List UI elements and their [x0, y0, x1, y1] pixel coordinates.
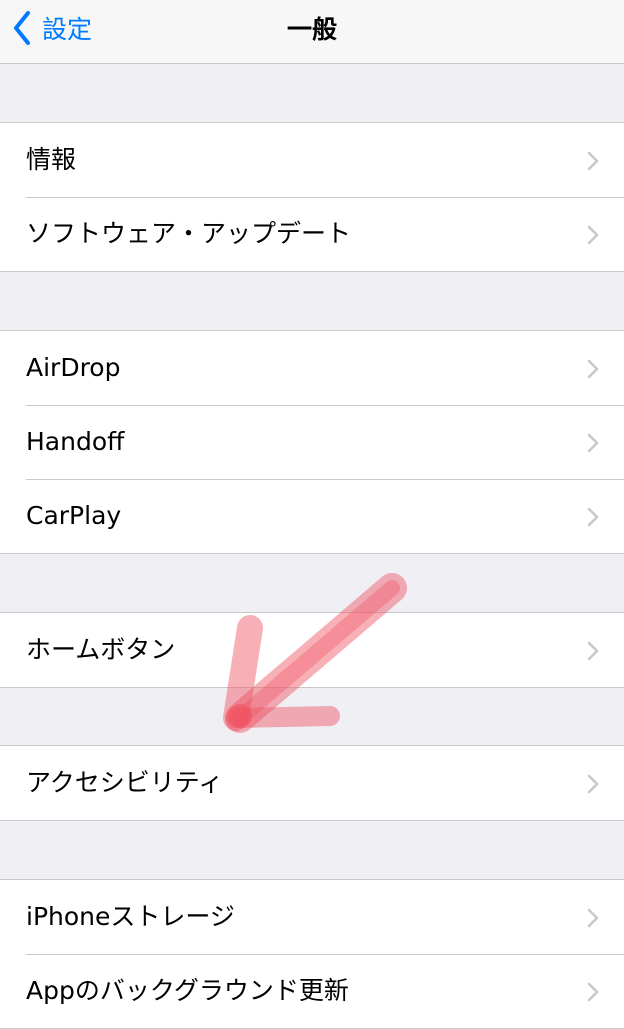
row-iphone-storage[interactable]: iPhoneストレージ: [0, 880, 624, 954]
chevron-right-icon: [587, 225, 599, 245]
row-about[interactable]: 情報: [0, 123, 624, 197]
settings-group-3: ホームボタン: [0, 612, 624, 688]
chevron-right-icon: [587, 151, 599, 171]
navigation-bar: 設定 一般: [0, 0, 624, 64]
settings-group-4: アクセシビリティ: [0, 745, 624, 821]
chevron-right-icon: [587, 641, 599, 661]
chevron-right-icon: [587, 359, 599, 379]
row-home-button[interactable]: ホームボタン: [0, 613, 624, 687]
settings-group-1: 情報 ソフトウェア・アップデート: [0, 122, 624, 272]
row-label: Appのバックグラウンド更新: [26, 976, 349, 1005]
chevron-right-icon: [587, 433, 599, 453]
chevron-right-icon: [587, 507, 599, 527]
row-accessibility[interactable]: アクセシビリティ: [0, 746, 624, 820]
row-label: AirDrop: [26, 353, 121, 382]
page-title: 一般: [286, 15, 337, 44]
row-software-update[interactable]: ソフトウェア・アップデート: [0, 197, 624, 271]
chevron-right-icon: [587, 908, 599, 928]
row-label: ソフトウェア・アップデート: [26, 219, 352, 248]
chevron-right-icon: [587, 982, 599, 1002]
row-carplay[interactable]: CarPlay: [0, 479, 624, 553]
row-label: ホームボタン: [26, 635, 176, 664]
row-background-app-refresh[interactable]: Appのバックグラウンド更新: [0, 954, 624, 1028]
settings-group-2: AirDrop Handoff CarPlay: [0, 330, 624, 554]
settings-group-5: iPhoneストレージ Appのバックグラウンド更新: [0, 879, 624, 1029]
row-label: CarPlay: [26, 501, 122, 530]
row-handoff[interactable]: Handoff: [0, 405, 624, 479]
row-label: Handoff: [26, 427, 125, 456]
row-label: アクセシビリティ: [26, 768, 224, 797]
row-label: 情報: [26, 145, 77, 174]
row-label: iPhoneストレージ: [26, 902, 235, 931]
row-airdrop[interactable]: AirDrop: [0, 331, 624, 405]
chevron-right-icon: [587, 774, 599, 794]
